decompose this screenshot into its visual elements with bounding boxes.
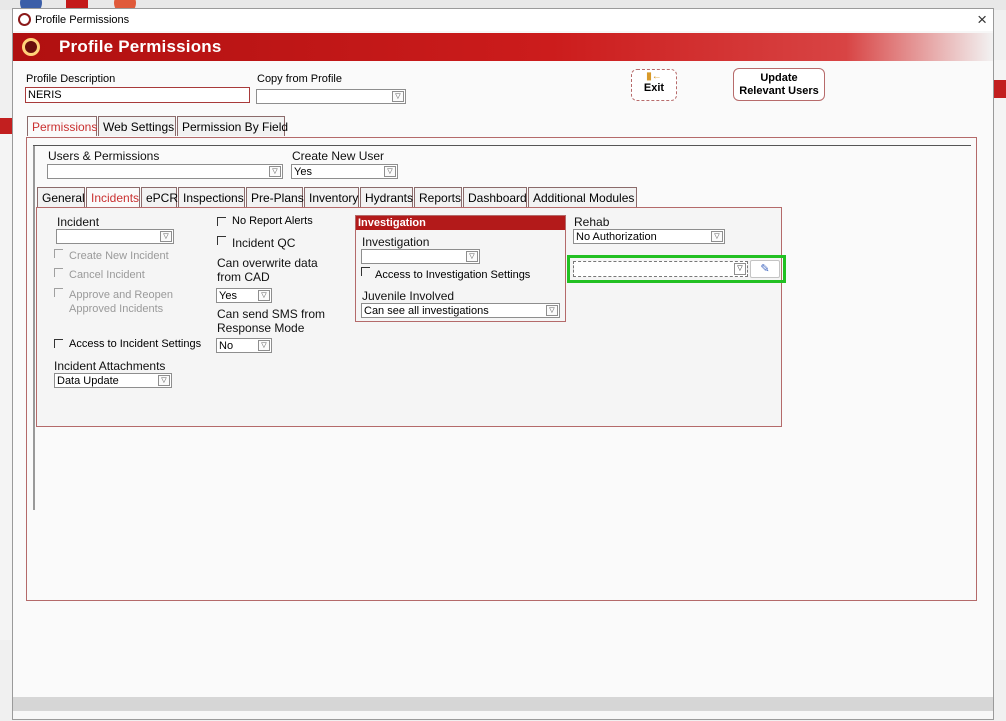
approve-reopen-checkbox[interactable] [54, 288, 63, 297]
sms-value: No [219, 340, 234, 352]
app-gear-icon [18, 13, 31, 26]
update-label-line1: Update [760, 72, 798, 84]
incident-qc-checkbox[interactable] [217, 236, 226, 245]
logo-gear-icon [22, 38, 40, 56]
juvenile-involved-dropdown[interactable]: Can see all investigations ▽ [361, 303, 560, 318]
access-investigation-settings-label: Access to Investigation Settings [375, 269, 531, 281]
tab-general[interactable]: General [37, 187, 85, 207]
update-relevant-users-button[interactable]: Update Relevant Users [733, 68, 825, 101]
rehab-custom-field-highlight: ▽ ✎ [567, 255, 786, 283]
tab-epcr[interactable]: ePCR [141, 187, 178, 207]
background-red-bar-left [0, 118, 12, 134]
investigation-group-header: Investigation [356, 216, 565, 230]
profile-description-field[interactable]: NERIS [25, 87, 250, 103]
overwrite-cad-label-line1: Can overwrite data [217, 256, 318, 270]
tab-additional-modules[interactable]: Additional Modules [528, 187, 637, 207]
background-window-left [0, 120, 12, 640]
pencil-icon[interactable]: ✎ [750, 260, 780, 278]
copy-from-label: Copy from Profile [257, 73, 342, 85]
investigation-dropdown[interactable]: ▽ [361, 249, 480, 264]
tab-web-settings[interactable]: Web Settings [98, 116, 176, 136]
incident-attachments-dropdown[interactable]: Data Update ▽ [54, 373, 172, 388]
create-new-user-value: Yes [294, 166, 312, 178]
sms-label-line1: Can send SMS from [217, 307, 326, 321]
permissions-panel: Users & Permissions ▽ Create New User Ye… [26, 137, 977, 601]
chevron-down-icon: ▽ [711, 231, 723, 242]
approve-reopen-label-line2: Approved Incidents [69, 303, 164, 315]
chevron-down-icon: ▽ [158, 375, 170, 386]
profile-description-label: Profile Description [26, 73, 116, 85]
exit-label: Exit [643, 82, 665, 94]
incidents-panel: Incident ▽ Create New Incident Cancel In… [36, 207, 786, 427]
incident-dropdown[interactable]: ▽ [56, 229, 174, 244]
tab-permission-by-field[interactable]: Permission By Field [177, 116, 288, 136]
chevron-down-icon: ▽ [269, 166, 281, 177]
rehab-label: Rehab [574, 215, 610, 229]
incident-attachments-value: Data Update [57, 375, 119, 387]
cancel-incident-label: Cancel Incident [69, 269, 145, 281]
status-strip [13, 697, 993, 711]
chevron-down-icon: ▽ [392, 91, 404, 102]
cancel-incident-checkbox[interactable] [54, 268, 63, 277]
update-label-line2: Relevant Users [739, 85, 819, 97]
exit-door-icon: ▮← [646, 71, 662, 82]
tab-dashboard[interactable]: Dashboard [463, 187, 527, 207]
tab-pre-plans[interactable]: Pre-Plans [246, 187, 304, 207]
incident-attachments-label: Incident Attachments [54, 359, 166, 373]
panel-left-border [33, 146, 35, 510]
chevron-down-icon: ▽ [734, 263, 746, 275]
page-title: Profile Permissions [59, 37, 222, 56]
juvenile-involved-value: Can see all investigations [364, 305, 489, 317]
panel-divider [33, 145, 971, 146]
background-red-bar-right [994, 80, 1006, 98]
window-title: Profile Permissions [35, 14, 130, 26]
users-permissions-dropdown[interactable]: ▽ [47, 164, 283, 179]
approve-reopen-label-line1: Approve and Reopen [69, 289, 173, 301]
sms-label-line2: Response Mode [217, 321, 305, 335]
investigation-group: Investigation Investigation ▽ Access to … [355, 215, 566, 322]
tab-inventory[interactable]: Inventory [304, 187, 359, 207]
rehab-custom-dropdown[interactable]: ▽ [573, 261, 748, 277]
overwrite-cad-dropdown[interactable]: Yes ▽ [216, 288, 272, 303]
profile-permissions-window: Profile Permissions × Profile Permission… [12, 8, 994, 720]
title-bar: Profile Permissions × [13, 9, 993, 31]
access-incident-settings-checkbox[interactable] [54, 339, 63, 348]
access-incident-settings-label: Access to Incident Settings [69, 338, 202, 350]
overwrite-cad-label-line2: from CAD [217, 270, 270, 284]
chevron-down-icon: ▽ [466, 251, 478, 262]
tab-hydrants[interactable]: Hydrants [360, 187, 413, 207]
copy-from-dropdown[interactable]: ▽ [256, 89, 406, 104]
header-banner: Profile Permissions [13, 33, 993, 61]
chevron-down-icon: ▽ [546, 305, 558, 316]
chevron-down-icon: ▽ [258, 290, 270, 301]
exit-button[interactable]: ▮← Exit [631, 69, 677, 101]
background-window-right [994, 60, 1006, 660]
incident-qc-label: Incident QC [232, 236, 296, 250]
no-report-alerts-checkbox[interactable] [217, 217, 226, 226]
tab-reports[interactable]: Reports [414, 187, 462, 207]
create-new-user-dropdown[interactable]: Yes ▽ [291, 164, 398, 179]
chevron-down-icon: ▽ [160, 231, 172, 242]
close-icon[interactable]: × [977, 10, 987, 30]
sms-dropdown[interactable]: No ▽ [216, 338, 272, 353]
create-new-incident-label: Create New Incident [69, 250, 169, 262]
tab-incidents[interactable]: Incidents [86, 187, 140, 207]
main-area: Profile Description NERIS Copy from Prof… [13, 61, 993, 701]
rehab-value: No Authorization [576, 231, 657, 243]
overwrite-cad-value: Yes [219, 290, 237, 302]
no-report-alerts-label: No Report Alerts [232, 215, 313, 227]
tab-inspections[interactable]: Inspections [178, 187, 245, 207]
chevron-down-icon: ▽ [258, 340, 270, 351]
tab-permissions[interactable]: Permissions [27, 116, 97, 136]
investigation-label: Investigation [362, 235, 430, 249]
rehab-dropdown[interactable]: No Authorization ▽ [573, 229, 725, 244]
chevron-down-icon: ▽ [384, 166, 396, 177]
create-new-incident-checkbox[interactable] [54, 249, 63, 258]
users-permissions-label: Users & Permissions [48, 149, 160, 163]
create-new-user-label: Create New User [292, 149, 385, 163]
juvenile-involved-label: Juvenile Involved [362, 289, 455, 303]
access-investigation-settings-checkbox[interactable] [361, 267, 370, 276]
incident-label: Incident [57, 215, 100, 229]
